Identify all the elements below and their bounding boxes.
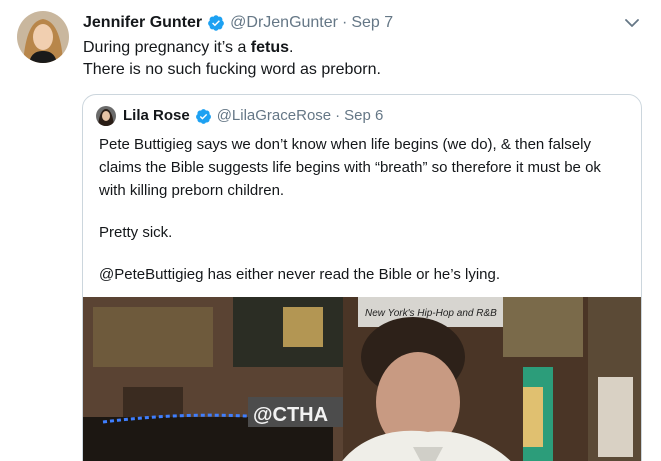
tweet-text-line2: There is no such fucking word as preborn… bbox=[83, 61, 381, 78]
tweet-header: Jennifer Gunter @DrJenGunter · Sep 7 bbox=[83, 13, 393, 33]
quoted-tweet-text: Pete Buttigieg says we don’t know when l… bbox=[99, 133, 629, 286]
separator-dot: · bbox=[335, 107, 341, 124]
separator-dot: · bbox=[341, 14, 348, 31]
tweet-text: During pregnancy it’s a fetus. There is … bbox=[83, 37, 643, 81]
quoted-author-name: Lila Rose bbox=[123, 107, 190, 124]
tweet[interactable]: Jennifer Gunter @DrJenGunter · Sep 7 Dur… bbox=[0, 0, 661, 461]
quoted-video-thumbnail[interactable]: @CTHA New York's Hip-Hop and R&B bbox=[83, 297, 641, 461]
tweet-text-line1: During pregnancy it’s a fetus. bbox=[83, 39, 294, 56]
chevron-down-icon[interactable] bbox=[622, 14, 642, 32]
verified-badge-icon bbox=[207, 14, 225, 32]
verified-badge-icon bbox=[195, 108, 212, 125]
tweet-timestamp[interactable]: Sep 7 bbox=[351, 13, 393, 33]
quoted-author-avatar bbox=[96, 106, 116, 126]
quoted-tweet-header: Lila Rose @LilaGraceRose · Sep 6 bbox=[96, 106, 383, 126]
quoted-author-handle: @LilaGraceRose bbox=[216, 107, 332, 124]
quoted-paragraph-2: Pretty sick. bbox=[99, 224, 173, 241]
author-handle[interactable]: @DrJenGunter bbox=[230, 13, 338, 33]
watermark-text: @CTHA bbox=[253, 404, 328, 426]
quoted-paragraph-1: Pete Buttigieg says we don’t know when l… bbox=[99, 136, 601, 199]
media-sign-text: New York's Hip-Hop and R&B bbox=[365, 308, 497, 319]
bold-word: fetus bbox=[250, 39, 290, 56]
quoted-tweet[interactable]: Lila Rose @LilaGraceRose · Sep 6 Pete Bu… bbox=[82, 94, 642, 461]
quoted-tweet-timestamp: Sep 6 bbox=[344, 107, 384, 124]
quoted-paragraph-3: @PeteButtigieg has either never read the… bbox=[99, 266, 501, 283]
author-name[interactable]: Jennifer Gunter bbox=[83, 13, 202, 33]
author-avatar[interactable] bbox=[17, 11, 69, 63]
